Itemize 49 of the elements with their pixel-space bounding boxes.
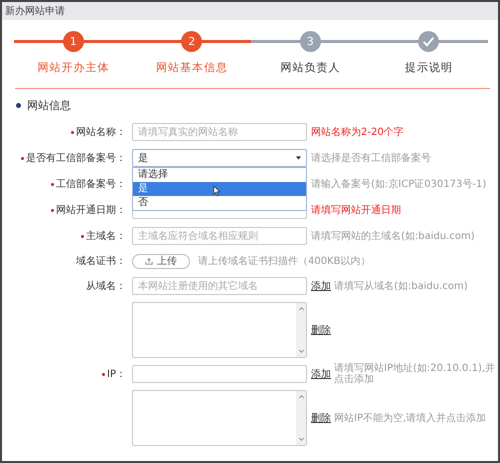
dropdown-option[interactable]: 是 <box>133 182 306 196</box>
hint-text: 请上传域名证书扫描件（400KB以内） <box>198 256 371 266</box>
section-title: 网站信息 <box>27 98 71 113</box>
field-label: IP： <box>107 368 126 381</box>
bullet-icon <box>16 103 21 108</box>
scrollbar[interactable] <box>296 391 306 445</box>
upload-button[interactable]: 上传 <box>132 254 190 268</box>
step-label: 网站开办主体 <box>37 60 110 75</box>
hint-text: 网站名称为2-20个字 <box>311 126 404 138</box>
window-title: 新办网站申请 <box>5 4 65 18</box>
scroll-up-icon[interactable] <box>298 395 304 398</box>
field-label: 网站开通日期： <box>56 204 126 217</box>
step-number: 2 <box>181 31 202 52</box>
select-field[interactable]: 是 <box>132 149 307 167</box>
scroll-down-icon[interactable] <box>298 350 304 353</box>
text-link[interactable]: 删除 <box>311 323 331 337</box>
text-link[interactable]: 添加 <box>311 367 331 381</box>
field-label: 主域名： <box>86 230 126 243</box>
step-label: 提示说明 <box>404 60 453 75</box>
dropdown-option[interactable]: 否 <box>133 196 306 210</box>
field-label: 工信部备案号： <box>56 178 126 191</box>
field-label: 域名证书： <box>76 254 126 268</box>
hint-text: 请输入备案号(如:京ICP证030173号-1) <box>311 178 486 190</box>
scroll-down-icon[interactable] <box>298 438 304 441</box>
cursor-icon <box>213 185 221 197</box>
scrollbar[interactable] <box>296 303 306 357</box>
hint-text: 请选择是否有工信部备案号 <box>311 152 431 164</box>
upload-icon <box>145 257 153 265</box>
step-label: 网站负责人 <box>280 60 340 75</box>
step-number: 1 <box>62 31 84 52</box>
hint-text: 请填写网站的主域名(如:baidu.com) <box>311 230 475 242</box>
step-number: 3 <box>300 31 321 52</box>
scroll-up-icon[interactable] <box>298 307 304 310</box>
field-label: 从域名： <box>86 280 126 293</box>
check-icon <box>418 31 440 52</box>
step-label: 网站基本信息 <box>156 60 228 75</box>
text-area[interactable] <box>132 390 307 446</box>
hint-text: 请填写网站开通日期 <box>311 204 401 216</box>
caret-icon <box>296 156 301 160</box>
field-label: 是否有工信部备案号： <box>26 152 126 165</box>
input-field[interactable] <box>132 365 307 383</box>
hint-text: 请填写从域名(如:baidu.com) <box>334 280 468 292</box>
text-link[interactable]: 删除 <box>311 411 331 425</box>
field-label: 网站名称： <box>76 126 126 139</box>
dropdown-option[interactable]: 请选择 <box>133 168 306 182</box>
text-link[interactable]: 添加 <box>311 279 331 293</box>
hint-text: 请填写网站IP地址(如:20.10.0.1),并点击添加 <box>334 363 496 385</box>
hint-text: 网站IP不能为空,请填入并点击添加 <box>334 412 486 424</box>
text-area[interactable] <box>132 302 307 358</box>
